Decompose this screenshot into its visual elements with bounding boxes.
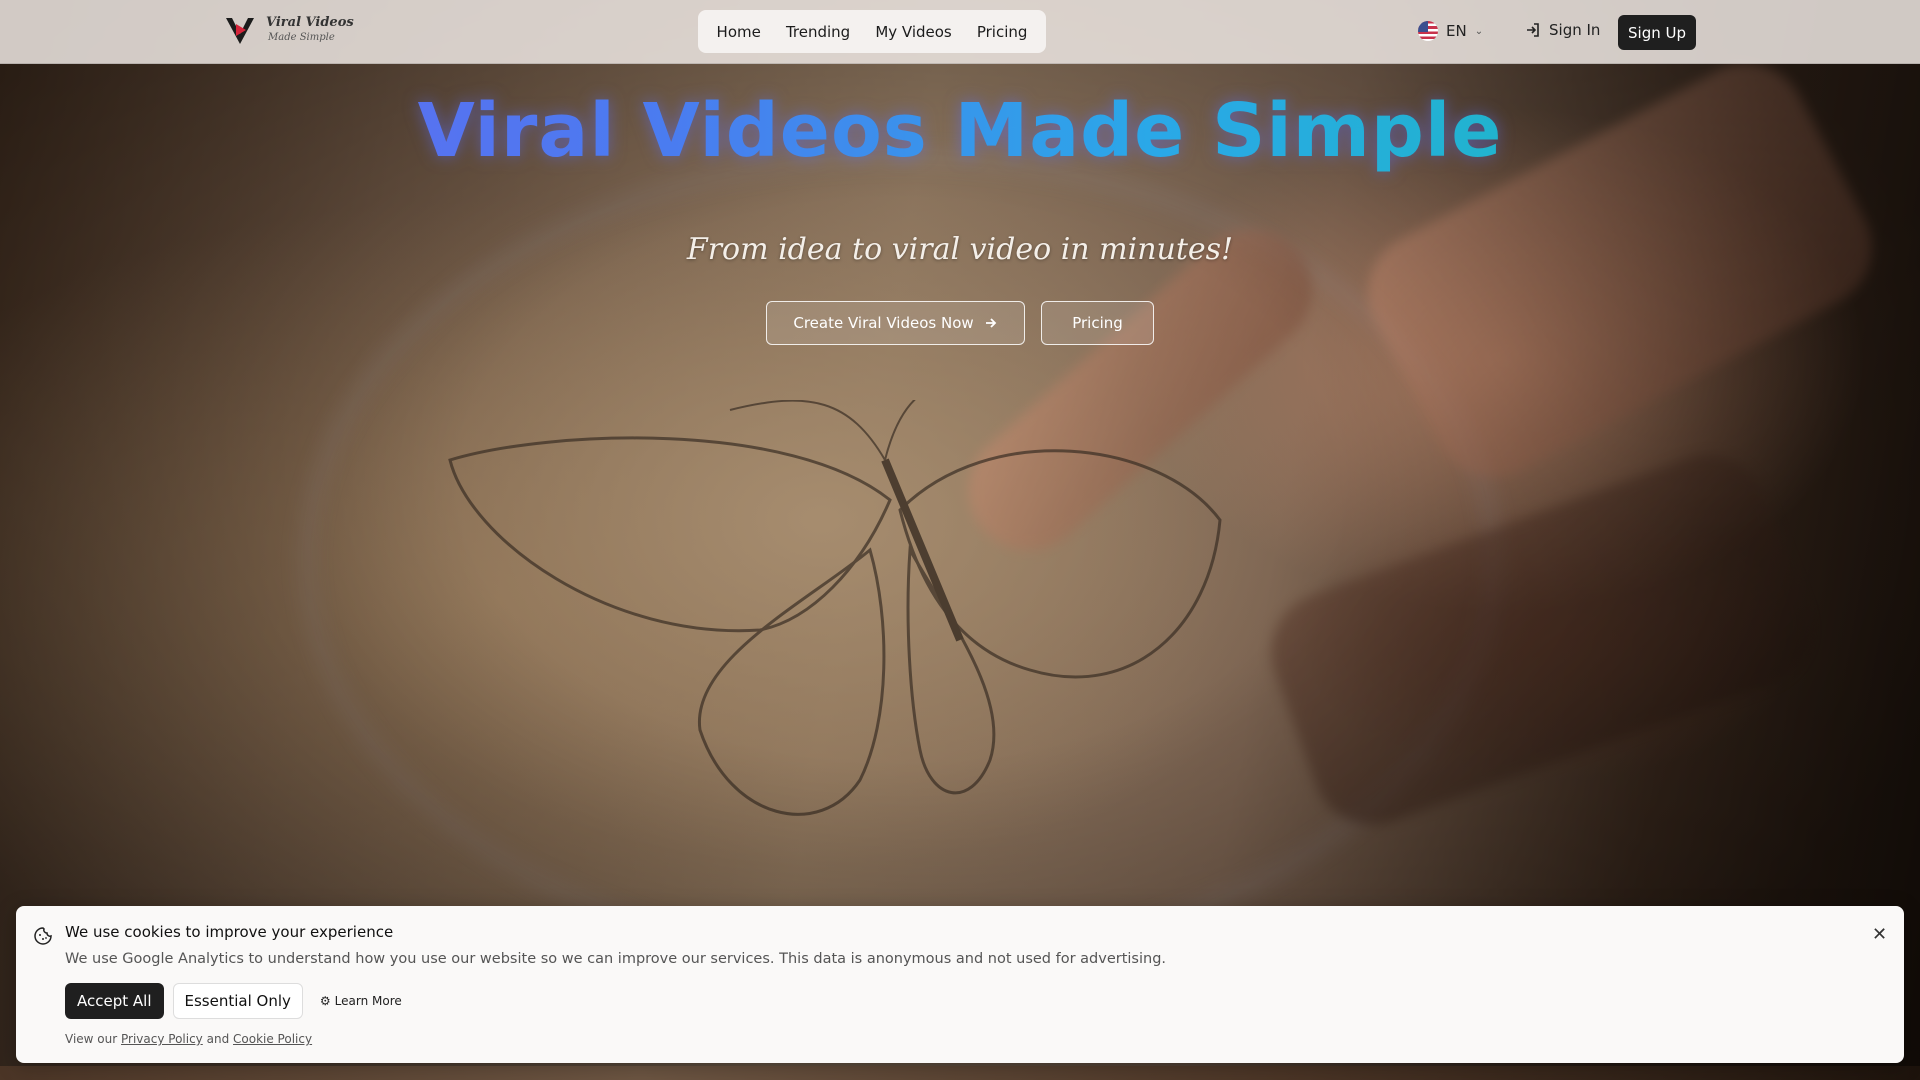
cookie-banner-description: We use Google Analytics to understand ho… [65, 951, 1167, 967]
learn-more-label: Learn More [334, 994, 402, 1008]
brand-title: Viral Videos [266, 15, 354, 30]
create-viral-videos-button[interactable]: Create Viral Videos Now [766, 301, 1025, 345]
top-navigation-bar: Viral Videos Made Simple Home Trending M… [0, 0, 1920, 64]
learn-more-button[interactable]: ⚙ Learn More [312, 983, 410, 1019]
nav-link-home[interactable]: Home [707, 17, 771, 47]
nav-link-my-videos[interactable]: My Videos [865, 17, 961, 47]
essential-only-button[interactable]: Essential Only [172, 983, 303, 1019]
cookie-consent-banner: We use cookies to improve your experienc… [16, 906, 1904, 1063]
main-nav: Home Trending My Videos Pricing [698, 10, 1046, 53]
gear-icon: ⚙ [319, 994, 331, 1008]
cookie-banner-title: We use cookies to improve your experienc… [65, 923, 394, 941]
cookie-icon [34, 927, 52, 945]
policy-and: and [206, 1032, 230, 1046]
nav-link-pricing[interactable]: Pricing [967, 17, 1038, 47]
policy-prefix: View our [65, 1032, 118, 1046]
sign-in-label: Sign In [1549, 21, 1601, 39]
language-selector[interactable]: EN ⌄ [1418, 21, 1483, 41]
arrow-right-icon [985, 318, 996, 328]
us-flag-icon [1418, 21, 1438, 41]
hero-pricing-button[interactable]: Pricing [1041, 301, 1154, 345]
cookie-policy-link[interactable]: Cookie Policy [233, 1032, 312, 1046]
nav-link-trending[interactable]: Trending [776, 17, 860, 47]
cookie-actions: Accept All Essential Only ⚙ Learn More [65, 983, 410, 1019]
sign-in-button[interactable]: Sign In [1525, 21, 1600, 39]
hero-subtitle: From idea to viral video in minutes! [686, 232, 1234, 267]
language-label: EN [1446, 22, 1467, 40]
sign-up-button[interactable]: Sign Up [1618, 15, 1696, 50]
brand-wordmark: Viral Videos Made Simple [266, 15, 354, 45]
play-logo-icon [226, 18, 254, 44]
hero-background-bottom [0, 1066, 1920, 1080]
hero-title: Viral Videos Made Simple [0, 88, 1920, 174]
chevron-down-icon: ⌄ [1474, 25, 1484, 37]
brand-subtitle: Made Simple [268, 32, 335, 43]
brand-logo-link[interactable]: Viral Videos Made Simple [224, 14, 354, 46]
cookie-policy-text: View our Privacy Policy and Cookie Polic… [65, 1032, 312, 1046]
create-button-label: Create Viral Videos Now [793, 314, 974, 332]
hero-cta-group: Create Viral Videos Now Pricing [766, 301, 1154, 345]
accept-all-button[interactable]: Accept All [65, 983, 164, 1019]
login-icon [1527, 23, 1539, 37]
privacy-policy-link[interactable]: Privacy Policy [121, 1032, 203, 1046]
close-icon[interactable]: ✕ [1872, 924, 1887, 945]
